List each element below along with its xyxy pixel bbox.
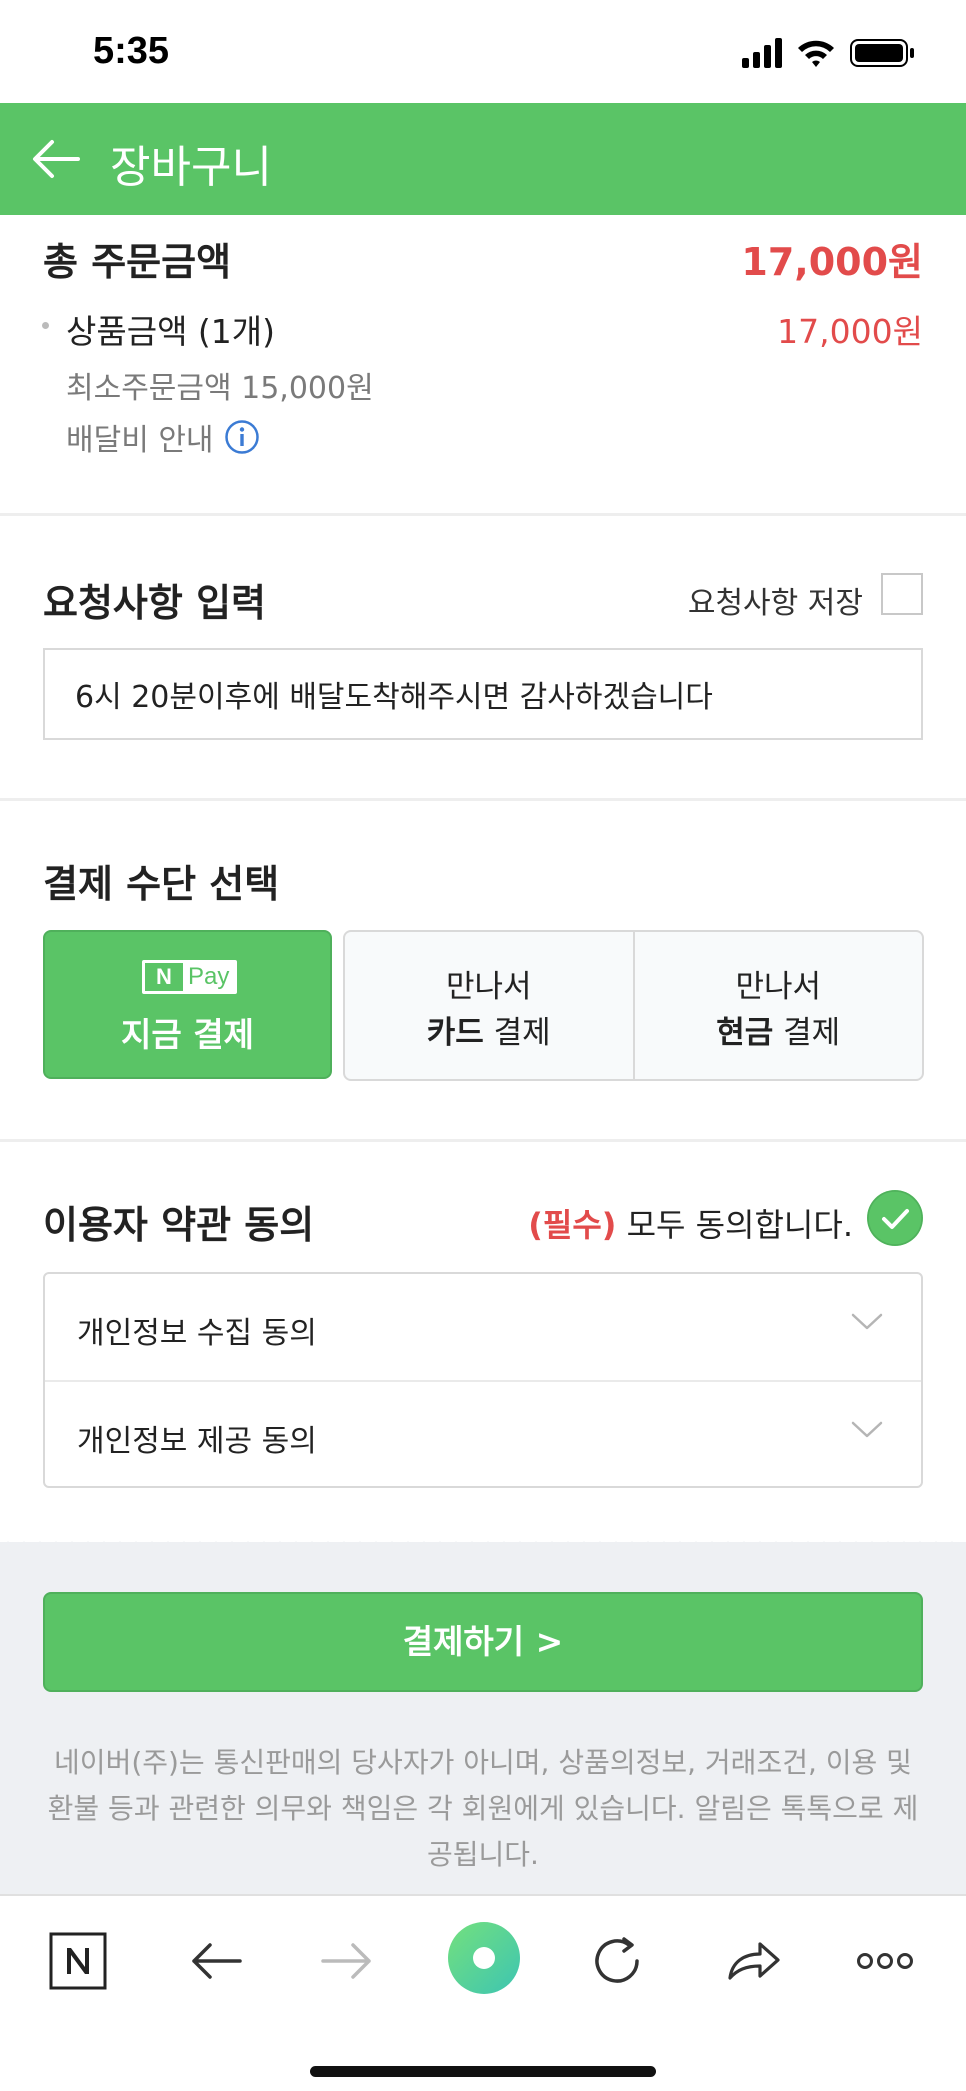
back-arrow-icon[interactable]	[26, 129, 86, 189]
disclaimer-text: 네이버(주)는 통신판매의 당사자가 아니며, 상품의정보, 거래조건, 이용 …	[47, 1746, 919, 1871]
back-arrow-icon[interactable]	[180, 1926, 250, 1996]
checkout-area: 결제하기 > 네이버(주)는 통신판매의 당사자가 아니며, 상품의정보, 거래…	[0, 1542, 966, 1894]
card-option-line1: 만나서	[445, 969, 532, 1005]
card-option-rest: 결제	[483, 1015, 551, 1051]
delivery-fee-info-label: 배달비 안내	[66, 423, 214, 458]
signal-icon	[742, 38, 782, 68]
npay-n-mark: N	[145, 963, 183, 991]
min-order-amount: 최소주문금액 15,000원	[66, 371, 374, 406]
terms-list: 개인정보 수집 동의 개인정보 제공 동의	[43, 1272, 923, 1488]
terms-section: 이용자 약관 동의 (필수) 모두 동의합니다. 개인정보 수집 동의 개인정보…	[0, 1142, 966, 1542]
cash-option-rest: 결제	[773, 1015, 841, 1051]
terms-item-collect[interactable]: 개인정보 수집 동의	[45, 1274, 921, 1380]
info-icon[interactable]	[224, 419, 260, 455]
battery-icon	[850, 39, 914, 67]
wifi-icon	[798, 40, 834, 67]
save-request-checkbox[interactable]	[881, 573, 923, 615]
required-tag: (필수)	[528, 1206, 617, 1244]
terms-item-provide[interactable]: 개인정보 제공 동의	[45, 1380, 921, 1486]
bullet-dot	[42, 322, 49, 329]
terms-item-label: 개인정보 제공 동의	[77, 1424, 317, 1459]
cash-option-line1: 만나서	[735, 969, 822, 1005]
order-summary: 총 주문금액 17,000원 상품금액 (1개) 17,000원 최소주문금액 …	[0, 215, 966, 513]
chevron-down-icon[interactable]	[851, 1312, 883, 1332]
meet-payment-options: 만나서 카드 결제 만나서 현금 결제	[343, 930, 924, 1081]
terms-item-label: 개인정보 수집 동의	[77, 1316, 317, 1351]
payment-title: 결제 수단 선택	[43, 862, 280, 906]
pay-now-label: 지금 결제	[121, 1015, 254, 1054]
forward-arrow-icon[interactable]	[313, 1926, 383, 1996]
green-dot-icon[interactable]	[444, 1918, 524, 1998]
card-on-meet-button[interactable]: 만나서 카드 결제	[345, 932, 633, 1079]
checkout-button[interactable]: 결제하기 >	[43, 1592, 923, 1692]
request-title: 요청사항 입력	[43, 581, 266, 625]
agree-all-check-icon[interactable]	[867, 1190, 923, 1246]
delivery-fee-info-link[interactable]: 배달비 안내	[66, 415, 260, 459]
request-section: 요청사항 입력 요청사항 저장	[0, 516, 966, 798]
product-amount-label: 상품금액 (1개)	[66, 312, 276, 351]
npay-text: Pay	[188, 963, 230, 990]
card-option-bold: 카드	[426, 1015, 484, 1051]
more-icon[interactable]	[850, 1926, 920, 1996]
refresh-icon[interactable]	[582, 1926, 652, 1996]
npay-logo: N Pay	[142, 960, 237, 994]
request-input[interactable]	[43, 648, 923, 740]
home-indicator	[310, 2066, 656, 2077]
naver-home-icon[interactable]	[43, 1926, 113, 1996]
share-icon[interactable]	[718, 1926, 788, 1996]
browser-toolbar	[0, 1894, 966, 2091]
cash-option-bold: 현금	[716, 1015, 774, 1051]
page-title: 장바구니	[110, 142, 272, 193]
npay-pay-now-button[interactable]: N Pay 지금 결제	[43, 930, 332, 1079]
payment-method-section: 결제 수단 선택 N Pay 지금 결제 만나서 카드 결제 만나서 현금 결제	[0, 801, 966, 1139]
agree-all-text: 모두 동의합니다.	[616, 1206, 853, 1244]
agree-all-label[interactable]: (필수) 모두 동의합니다.	[528, 1200, 853, 1246]
product-amount-value: 17,000원	[777, 312, 923, 351]
chevron-down-icon[interactable]	[851, 1420, 883, 1440]
terms-title: 이용자 약관 동의	[43, 1203, 315, 1247]
save-request-label: 요청사항 저장	[687, 586, 863, 621]
status-icons	[742, 38, 914, 68]
total-value: 17,000원	[741, 240, 923, 284]
status-time: 5:35	[93, 30, 170, 72]
cash-on-meet-button[interactable]: 만나서 현금 결제	[632, 932, 923, 1079]
total-label: 총 주문금액	[43, 240, 232, 284]
app-header: 장바구니	[0, 103, 966, 215]
status-bar: 5:35	[0, 0, 966, 103]
